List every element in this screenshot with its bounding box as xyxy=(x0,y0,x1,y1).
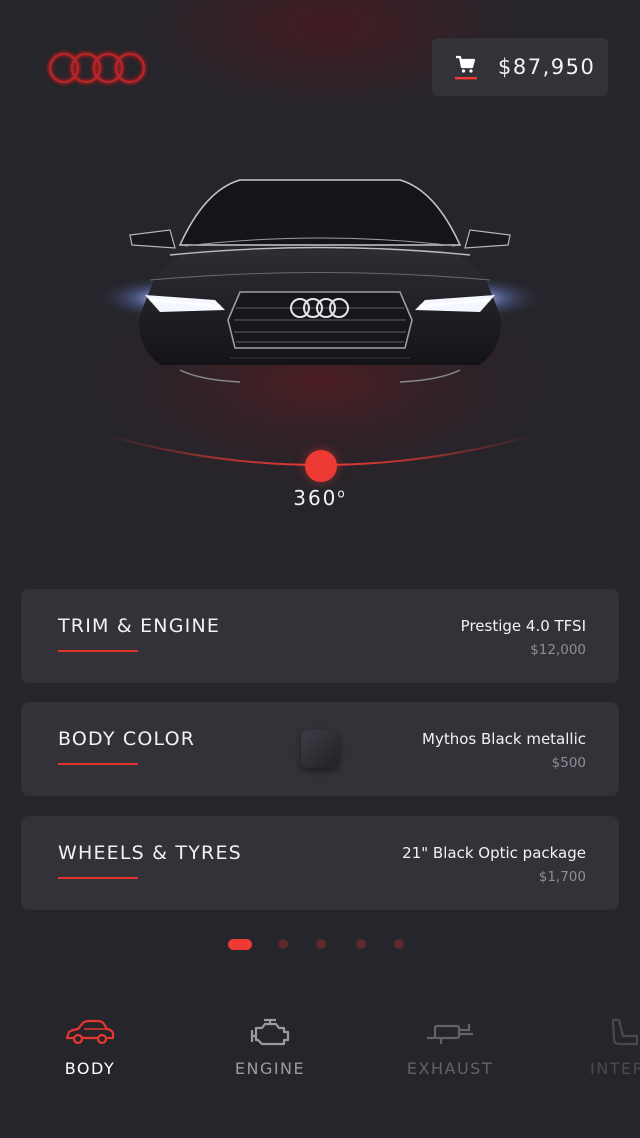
option-card-body-color[interactable]: BODY COLOR Mythos Black metallic $500 xyxy=(21,702,619,796)
tab-label: EXHAUST xyxy=(406,1059,494,1078)
rotate-360-handle[interactable] xyxy=(305,450,337,482)
rotation-label: 360o xyxy=(270,486,370,510)
option-price: $12,000 xyxy=(530,642,586,658)
option-underline xyxy=(58,763,138,765)
option-underline xyxy=(58,877,138,879)
option-value: 21" Black Optic package xyxy=(402,844,586,862)
option-title: BODY COLOR xyxy=(58,728,196,750)
rotation-degrees: 360 xyxy=(293,486,338,510)
tab-exhaust[interactable]: EXHAUST xyxy=(380,1010,520,1090)
option-card-trim-engine[interactable]: TRIM & ENGINE Prestige 4.0 TFSI $12,000 xyxy=(21,589,619,683)
cart-total: $87,950 xyxy=(498,55,596,79)
option-card-wheels-tyres[interactable]: WHEELS & TYRES 21" Black Optic package $… xyxy=(21,816,619,910)
page-dot-2[interactable] xyxy=(278,939,288,949)
tab-interior[interactable]: INTER xyxy=(560,1010,640,1090)
page-dot-5[interactable] xyxy=(394,939,404,949)
color-swatch[interactable] xyxy=(301,730,339,768)
cart-button[interactable]: $87,950 xyxy=(432,38,608,96)
exhaust-icon xyxy=(425,1018,475,1052)
page-dot-4[interactable] xyxy=(356,939,366,949)
page-dot-1[interactable] xyxy=(228,939,252,950)
car-icon xyxy=(64,1018,116,1052)
option-price: $500 xyxy=(551,755,586,771)
option-value: Prestige 4.0 TFSI xyxy=(460,617,586,635)
rotation-unit: o xyxy=(337,486,347,501)
tab-engine[interactable]: ENGINE xyxy=(200,1010,340,1090)
option-price: $1,700 xyxy=(538,869,586,885)
seat-icon xyxy=(607,1018,640,1054)
audi-rings-logo xyxy=(47,51,147,85)
bottom-tab-bar: BODY ENGINE EXHAUST INTER xyxy=(0,1010,640,1100)
page-dot-3[interactable] xyxy=(316,939,326,949)
tab-label: BODY xyxy=(64,1059,116,1078)
option-title: WHEELS & TYRES xyxy=(58,842,242,864)
page-indicator xyxy=(0,938,640,950)
engine-icon xyxy=(248,1018,292,1054)
option-title: TRIM & ENGINE xyxy=(58,615,221,637)
option-underline xyxy=(58,650,138,652)
option-value: Mythos Black metallic xyxy=(422,730,586,748)
tab-body[interactable]: BODY xyxy=(20,1010,160,1090)
tab-label: INTER xyxy=(590,1059,640,1078)
cart-icon xyxy=(454,54,478,80)
tab-label: ENGINE xyxy=(234,1059,306,1078)
